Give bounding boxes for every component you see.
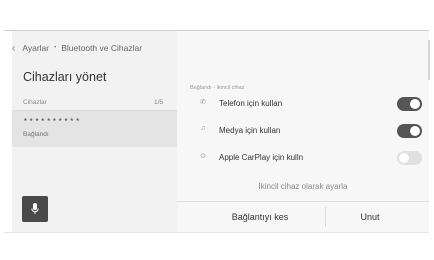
setting-row-carplay[interactable]: ⊙ Apple CarPlay için kulln xyxy=(177,145,429,172)
breadcrumb-settings[interactable]: Ayarlar xyxy=(22,43,49,53)
carplay-toggle[interactable] xyxy=(397,151,422,165)
device-status: Bağlandı xyxy=(23,131,49,138)
phone-icon: ✆ xyxy=(200,99,206,106)
page-title: Cihazları yönet xyxy=(23,70,107,84)
back-chevron-icon[interactable]: ‹ xyxy=(12,43,15,54)
devices-section-label: Cihazlar xyxy=(23,99,47,106)
devices-count: 1/5 xyxy=(154,99,164,106)
setting-row-phone[interactable]: ✆ Telefon için kullan xyxy=(177,91,429,118)
set-secondary-device-link[interactable]: İkincil cihaz olarak ayarla xyxy=(177,182,429,191)
setting-label-carplay: Apple CarPlay için kulln xyxy=(219,153,304,162)
scrollbar[interactable] xyxy=(428,40,430,80)
breadcrumb-bluetooth: Bluetooth ve Cihazlar xyxy=(61,43,143,53)
screen: ‹ Ayarlar • Bluetooth ve Cihazlar Cihazl… xyxy=(0,0,434,260)
media-toggle[interactable] xyxy=(397,124,422,138)
setting-row-media[interactable]: ♫ Medya için kullan xyxy=(177,118,429,145)
breadcrumb: ‹ Ayarlar • Bluetooth ve Cihazlar xyxy=(12,41,142,55)
voice-button[interactable] xyxy=(22,196,48,222)
forget-button[interactable]: Unut xyxy=(330,202,410,232)
music-note-icon: ♫ xyxy=(200,125,206,132)
device-list-item[interactable]: ********** Bağlandı xyxy=(12,111,177,147)
breadcrumb-separator-icon: • xyxy=(54,45,57,51)
button-separator xyxy=(325,207,326,227)
phone-toggle[interactable] xyxy=(397,97,422,111)
device-name: ********** xyxy=(23,118,82,127)
setting-label-media: Medya için kullan xyxy=(219,126,281,135)
setting-label-phone: Telefon için kullan xyxy=(219,99,283,108)
microphone-icon xyxy=(31,203,39,214)
disconnect-button[interactable]: Bağlantıyı kes xyxy=(200,202,320,232)
carplay-icon: ⊙ xyxy=(200,153,206,160)
